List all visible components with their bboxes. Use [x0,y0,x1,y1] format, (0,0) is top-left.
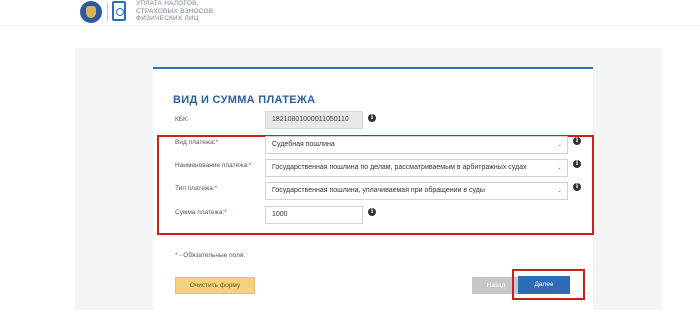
clear-form-button[interactable]: Очистить форму [175,277,255,294]
required-fields-note: * - Обязательные поля. [175,252,246,259]
service-title-line: УПЛАТА НАЛОГОВ, [136,0,199,7]
payment-kind-label: Вид платежа:* [175,139,218,146]
kbk-info-icon[interactable]: i [368,114,376,122]
payment-name-label: Наименование платежа:* [175,162,251,169]
service-title: УПЛАТА НАЛОГОВ, СТРАХОВЫХ ВЗНОСОВ ФИЗИЧЕ… [136,0,256,23]
payment-kind-label-text: Вид платежа: [175,139,216,146]
payment-kind-select[interactable]: Судебная пошлина ⌄ [265,136,568,154]
payment-type-label-text: Тип платежа: [175,185,215,192]
chevron-down-icon: ⌄ [556,165,562,171]
kbk-label: КБК: [175,116,189,123]
required-marker: * [214,185,218,192]
payment-type-value: Государственная пошлина, уплачиваемая пр… [272,187,485,194]
payment-type-info-icon[interactable]: i [573,183,581,191]
amount-label-text: Сумма платежа: [175,209,225,216]
kbk-field: 18210801000011050110 [265,111,363,129]
service-logo-icon [112,1,126,21]
amount-label: Сумма платежа:* [175,209,227,216]
payment-kind-value: Судебная пошлина [272,141,335,148]
payment-name-label-text: Наименование платежа: [175,162,249,169]
payment-name-info-icon[interactable]: i [573,160,581,168]
required-marker: * [248,162,252,169]
amount-info-icon[interactable]: i [368,208,376,216]
amount-input[interactable]: 1000 [265,206,363,224]
header-divider [0,25,700,26]
required-marker: * [224,209,227,216]
site-header: УПЛАТА НАЛОГОВ, СТРАХОВЫХ ВЗНОСОВ ФИЗИЧЕ… [0,0,700,24]
emblem-logo-icon [80,1,102,23]
chevron-down-icon: ⌄ [556,188,562,194]
payment-name-select[interactable]: Государственная пошлина по делам, рассма… [265,159,568,177]
form-title: ВИД И СУММА ПЛАТЕЖА [173,94,316,106]
required-marker: * [215,139,219,146]
service-title-line: СТРАХОВЫХ ВЗНОСОВ [136,7,214,15]
chevron-down-icon: ⌄ [556,142,562,148]
logo-divider [107,3,108,21]
payment-type-label: Тип платежа:* [175,185,217,192]
service-title-line: ФИЗИЧЕСКИХ ЛИЦ [136,15,199,22]
next-button[interactable]: Далее [518,276,570,294]
payment-type-select[interactable]: Государственная пошлина, уплачиваемая пр… [265,182,568,200]
payment-kind-info-icon[interactable]: i [573,137,581,145]
payment-name-value: Государственная пошлина по делам, рассма… [272,164,527,171]
